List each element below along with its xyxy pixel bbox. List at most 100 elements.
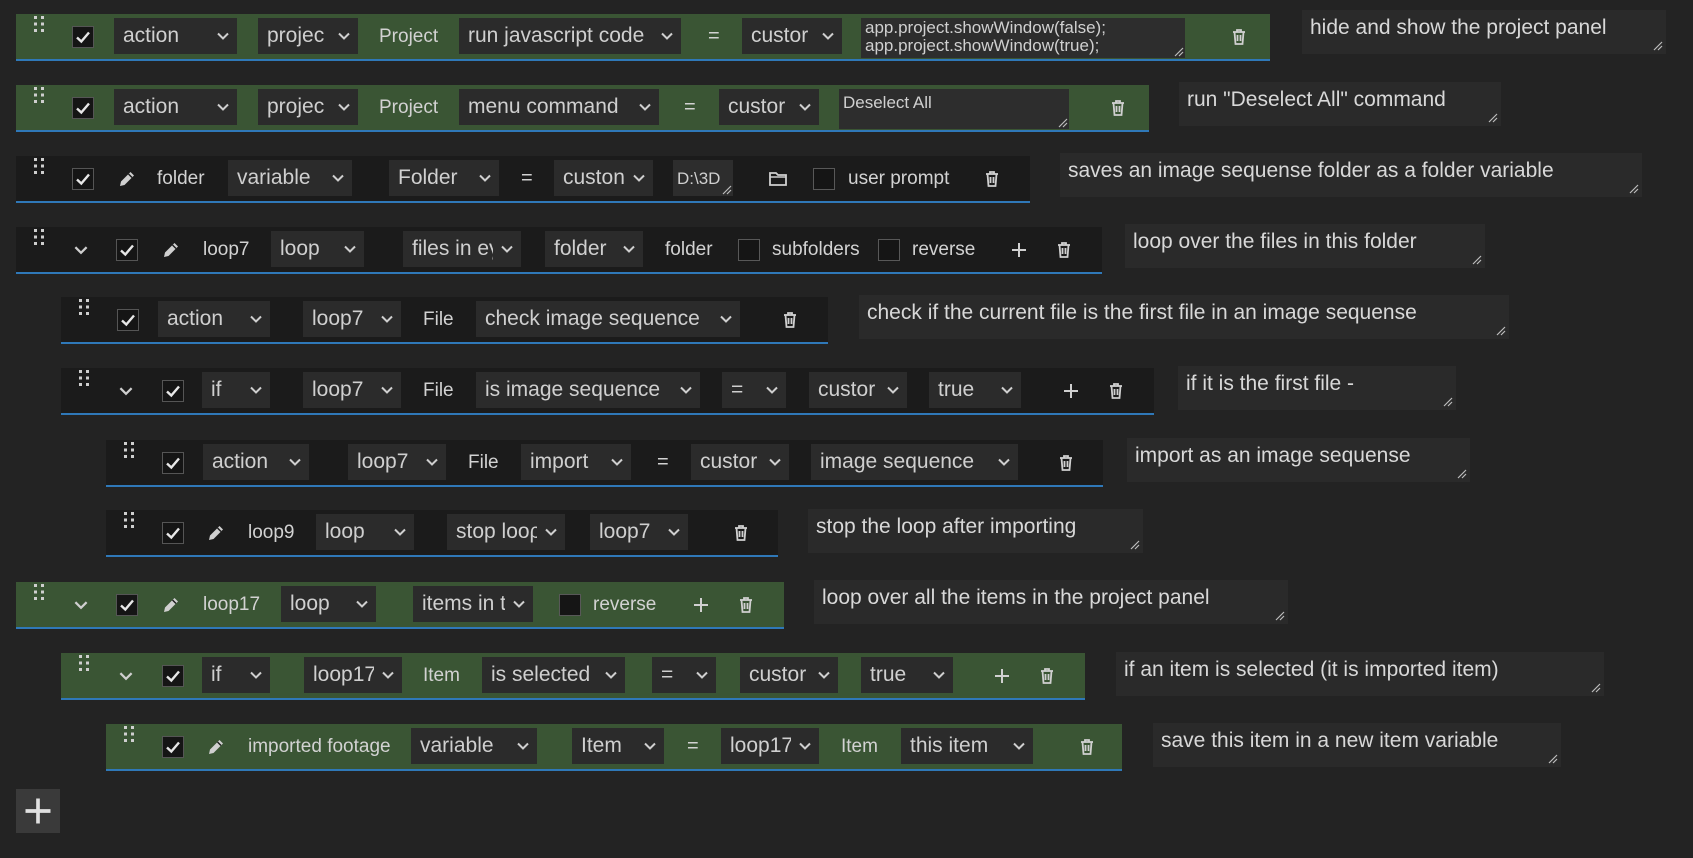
- resize-grip-icon[interactable]: [1056, 116, 1068, 128]
- value-mode-select[interactable]: custor: [691, 444, 789, 480]
- comment-field[interactable]: save this item in a new item variable: [1153, 723, 1561, 767]
- user-prompt-checkbox[interactable]: [813, 168, 835, 190]
- enable-checkbox[interactable]: [162, 380, 184, 402]
- operator-select[interactable]: =: [652, 657, 716, 693]
- command-textarea[interactable]: Deselect All: [839, 89, 1069, 129]
- comment-field[interactable]: loop over all the items in the project p…: [814, 580, 1288, 624]
- command-select[interactable]: run javascript code: [459, 18, 681, 54]
- delete-icon[interactable]: [1110, 85, 1126, 130]
- comment-field[interactable]: saves an image sequense folder as a fold…: [1060, 153, 1642, 197]
- reverse-checkbox[interactable]: [878, 239, 900, 261]
- value-mode-select[interactable]: custor: [809, 372, 907, 408]
- loop-mode-select[interactable]: items in t: [413, 586, 533, 622]
- loop-mode-select[interactable]: files in eγ: [403, 231, 521, 267]
- variable-name[interactable]: folder: [157, 156, 205, 201]
- folder-icon[interactable]: [768, 156, 788, 201]
- add-icon[interactable]: [1010, 227, 1028, 272]
- pencil-icon[interactable]: [162, 582, 180, 627]
- drag-handle-icon[interactable]: [122, 440, 136, 460]
- delete-icon[interactable]: [1058, 440, 1074, 485]
- condition-select[interactable]: is selected: [482, 657, 625, 693]
- value-mode-select[interactable]: custor: [742, 18, 842, 54]
- type-select[interactable]: loop: [316, 514, 414, 550]
- source-select[interactable]: folder: [545, 231, 643, 267]
- resize-grip-icon[interactable]: [1172, 45, 1184, 57]
- resize-grip-icon[interactable]: [1627, 182, 1639, 194]
- drag-handle-icon[interactable]: [77, 297, 91, 317]
- subfolders-checkbox[interactable]: [738, 239, 760, 261]
- pencil-icon[interactable]: [118, 156, 136, 201]
- drag-handle-icon[interactable]: [32, 14, 46, 34]
- type-select[interactable]: action: [114, 89, 237, 125]
- drag-handle-icon[interactable]: [32, 85, 46, 105]
- enable-checkbox[interactable]: [72, 168, 94, 190]
- drag-handle-icon[interactable]: [122, 510, 136, 530]
- delete-icon[interactable]: [1108, 368, 1124, 413]
- enable-checkbox[interactable]: [72, 97, 94, 119]
- resize-grip-icon[interactable]: [1546, 752, 1558, 764]
- condition-select[interactable]: is image sequence: [476, 372, 700, 408]
- target-select[interactable]: loop17: [304, 657, 402, 693]
- add-icon[interactable]: [692, 582, 710, 627]
- enable-checkbox[interactable]: [162, 522, 184, 544]
- command-select[interactable]: import: [521, 444, 631, 480]
- command-select[interactable]: menu command: [459, 89, 659, 125]
- value-mode-select[interactable]: custor: [719, 89, 819, 125]
- enable-checkbox[interactable]: [72, 26, 94, 48]
- type-select[interactable]: variable: [411, 728, 537, 764]
- delete-icon[interactable]: [1231, 14, 1247, 59]
- folder-path-input[interactable]: D:\3D: [673, 160, 733, 196]
- type-select[interactable]: loop: [271, 231, 364, 267]
- add-icon[interactable]: [1062, 368, 1080, 413]
- enable-checkbox[interactable]: [162, 665, 184, 687]
- resize-grip-icon[interactable]: [1494, 324, 1506, 336]
- enable-checkbox[interactable]: [117, 309, 139, 331]
- resize-grip-icon[interactable]: [1651, 39, 1663, 51]
- loop-target-select[interactable]: loop7: [590, 514, 688, 550]
- resize-grip-icon[interactable]: [1470, 253, 1482, 265]
- delete-icon[interactable]: [733, 510, 749, 555]
- comment-field[interactable]: if it is the first file -: [1178, 366, 1456, 410]
- pencil-icon[interactable]: [162, 227, 180, 272]
- value-select[interactable]: image sequence: [811, 444, 1018, 480]
- variable-type-select[interactable]: Item: [572, 728, 664, 764]
- drag-handle-icon[interactable]: [77, 653, 91, 673]
- type-select[interactable]: action: [114, 18, 237, 54]
- collapse-chevron-icon[interactable]: [72, 227, 90, 272]
- target-select[interactable]: projec: [258, 18, 358, 54]
- target-select[interactable]: loop7: [348, 444, 446, 480]
- resize-grip-icon[interactable]: [1273, 609, 1285, 621]
- comment-field[interactable]: if an item is selected (it is imported i…: [1116, 652, 1604, 696]
- comment-field[interactable]: hide and show the project panel: [1302, 10, 1666, 54]
- resize-grip-icon[interactable]: [1455, 467, 1467, 479]
- variable-name[interactable]: imported footage: [248, 724, 391, 769]
- drag-handle-icon[interactable]: [32, 227, 46, 247]
- add-icon[interactable]: [993, 653, 1011, 698]
- loop-name[interactable]: loop7: [203, 227, 250, 272]
- pencil-icon[interactable]: [207, 724, 225, 769]
- drag-handle-icon[interactable]: [77, 368, 91, 388]
- delete-icon[interactable]: [1079, 724, 1095, 769]
- value-select[interactable]: this item: [901, 728, 1033, 764]
- reverse-checkbox[interactable]: [559, 594, 581, 616]
- type-select[interactable]: if: [202, 372, 270, 408]
- value-mode-select[interactable]: custon: [554, 160, 653, 196]
- collapse-chevron-icon[interactable]: [117, 368, 135, 413]
- value-select[interactable]: true: [929, 372, 1021, 408]
- comment-field[interactable]: run "Deselect All" command: [1179, 82, 1501, 126]
- type-select[interactable]: if: [202, 657, 270, 693]
- loop-action-select[interactable]: stop looρ: [447, 514, 565, 550]
- drag-handle-icon[interactable]: [122, 724, 136, 744]
- value-select[interactable]: true: [861, 657, 953, 693]
- collapse-chevron-icon[interactable]: [72, 582, 90, 627]
- code-textarea[interactable]: app.project.showWindow(false); app.proje…: [861, 18, 1185, 58]
- resize-grip-icon[interactable]: [720, 183, 732, 195]
- variable-type-select[interactable]: Folder: [389, 160, 499, 196]
- pencil-icon[interactable]: [207, 510, 225, 555]
- comment-field[interactable]: import as an image sequense: [1127, 438, 1470, 482]
- operator-select[interactable]: =: [722, 372, 786, 408]
- loop-name[interactable]: loop17: [203, 582, 260, 627]
- value-mode-select[interactable]: custor: [740, 657, 838, 693]
- command-select[interactable]: check image sequence: [476, 301, 740, 337]
- delete-icon[interactable]: [738, 582, 754, 627]
